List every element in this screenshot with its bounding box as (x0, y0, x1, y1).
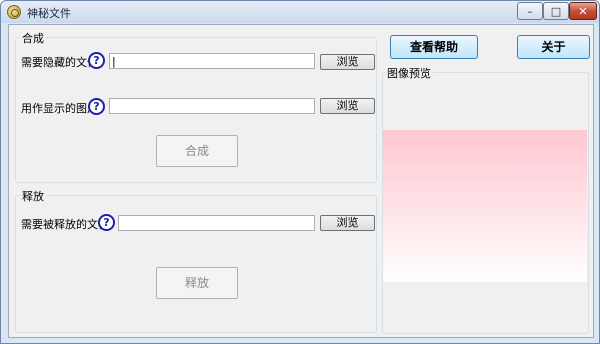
minimize-button[interactable]: – (517, 2, 543, 20)
display-image-label: 用作显示的图片 (21, 102, 98, 115)
client-area: 合成 需要隐藏的文件 ? 浏览 用作显示的图片 ? 浏览 合成 释放 需要被释放… (8, 24, 594, 338)
release-button[interactable]: 释放 (156, 267, 238, 299)
maximize-button[interactable]: □ (543, 2, 569, 20)
release-file-label: 需要被释放的文件 (21, 218, 109, 231)
preview-group-title: 图像预览 (385, 65, 433, 81)
release-file-help-icon[interactable]: ? (98, 214, 115, 231)
app-icon (7, 5, 21, 19)
hide-file-help-icon[interactable]: ? (88, 52, 105, 69)
hide-file-label: 需要隐藏的文件 (21, 56, 98, 69)
hide-file-browse-button[interactable]: 浏览 (320, 54, 375, 70)
about-button[interactable]: 关于 (517, 35, 590, 59)
display-image-input[interactable] (109, 98, 315, 114)
display-image-browse-button[interactable]: 浏览 (320, 98, 375, 114)
compose-button[interactable]: 合成 (156, 135, 238, 167)
title-bar[interactable]: 神秘文件 – □ ✕ (1, 1, 599, 23)
window-title: 神秘文件 (27, 7, 71, 20)
help-button[interactable]: 查看帮助 (390, 35, 478, 59)
main-window: 神秘文件 – □ ✕ 合成 需要隐藏的文件 ? 浏览 用作显示的图片 ? 浏览 … (0, 0, 600, 344)
close-button[interactable]: ✕ (569, 2, 597, 20)
image-preview (383, 130, 587, 282)
hide-file-input[interactable] (109, 53, 315, 69)
compose-group-title: 合成 (20, 30, 46, 46)
release-file-input[interactable] (118, 215, 315, 231)
release-file-browse-button[interactable]: 浏览 (320, 215, 375, 231)
display-image-help-icon[interactable]: ? (88, 98, 105, 115)
release-group-title: 释放 (20, 188, 46, 204)
